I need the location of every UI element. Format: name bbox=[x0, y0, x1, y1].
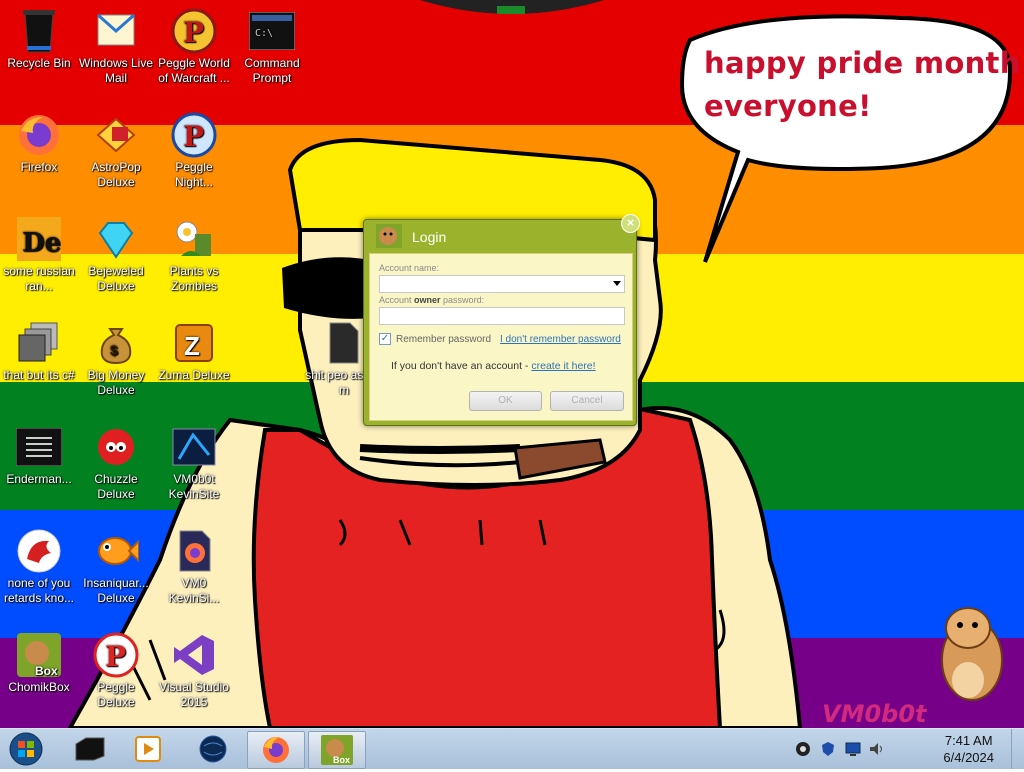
svg-text:Box: Box bbox=[333, 755, 350, 765]
astropop-icon bbox=[93, 112, 139, 158]
svg-text:De: De bbox=[22, 228, 61, 258]
desktop-icon-enderman[interactable]: Enderman... bbox=[0, 424, 78, 487]
media-player-icon bbox=[135, 736, 161, 762]
visual-studio-icon bbox=[171, 632, 217, 678]
account-name-label: Account name: bbox=[379, 263, 440, 273]
desktop-icon-windows-live-mail[interactable]: Windows Live Mail bbox=[77, 8, 155, 86]
mail-icon bbox=[93, 8, 139, 54]
create-account-link[interactable]: create it here! bbox=[531, 360, 595, 372]
svg-text:P: P bbox=[105, 640, 126, 673]
chevron-down-icon[interactable] bbox=[613, 281, 621, 286]
desktop-icon-visual-studio[interactable]: Visual Studio 2015 bbox=[155, 632, 233, 710]
taskbar: Box 7:41 AM 6/4/2024 bbox=[0, 728, 1024, 769]
svg-text:P: P bbox=[183, 16, 204, 49]
password-label: Account owner password: bbox=[379, 295, 485, 305]
globe-icon bbox=[199, 735, 227, 763]
plant-icon bbox=[171, 216, 217, 262]
taskbar-firefox[interactable] bbox=[247, 731, 305, 769]
clock-time: 7:41 AM bbox=[944, 733, 993, 748]
speech-bubble-text: happy pride month everyone! bbox=[704, 42, 1021, 128]
firefox-icon bbox=[263, 737, 289, 763]
peggle-icon: P bbox=[93, 632, 139, 678]
desktop-icon-peggle-wow[interactable]: P Peggle World of Warcraft ... bbox=[155, 8, 233, 86]
tray-monitor-icon[interactable] bbox=[845, 741, 861, 757]
zuma-icon: Z bbox=[171, 320, 217, 366]
hamster-mascot bbox=[941, 607, 1003, 701]
chomikbox-icon: Box bbox=[16, 632, 62, 678]
desktop-icon-csharp[interactable]: that but its c# bbox=[0, 320, 78, 383]
firefox-file-icon bbox=[171, 528, 217, 574]
desktop-icon-peggle-nights[interactable]: P Peggle Night... bbox=[155, 112, 233, 190]
recycle-bin-icon bbox=[16, 8, 62, 54]
tray-shield-icon[interactable] bbox=[820, 741, 836, 757]
cancel-button[interactable]: Cancel bbox=[550, 391, 624, 411]
taskbar-globe[interactable] bbox=[185, 731, 241, 767]
svg-text:C:\: C:\ bbox=[255, 28, 273, 39]
chuzzle-icon bbox=[93, 424, 139, 470]
remember-label: Remember password bbox=[396, 334, 492, 345]
tray-volume-icon[interactable] bbox=[868, 741, 884, 757]
peggle-wow-icon: P bbox=[171, 8, 217, 54]
svg-text:Z: Z bbox=[184, 331, 200, 361]
command-prompt-icon: C:\ bbox=[249, 8, 295, 54]
tray-power-icon[interactable] bbox=[795, 741, 811, 757]
goldfish-icon bbox=[93, 528, 139, 574]
stacked-windows-icon bbox=[16, 320, 62, 366]
ok-button[interactable]: OK bbox=[469, 391, 542, 411]
password-field[interactable] bbox=[379, 307, 625, 325]
account-name-field[interactable] bbox=[379, 275, 625, 293]
diamond-icon bbox=[93, 216, 139, 262]
start-button[interactable] bbox=[6, 731, 46, 767]
login-dialog: Login × Account name: Account owner pass… bbox=[363, 214, 640, 426]
chomikbox-icon: Box bbox=[321, 735, 353, 765]
taskbar-media-player[interactable] bbox=[120, 731, 176, 767]
kevinsite-icon bbox=[171, 424, 217, 470]
console-window-icon bbox=[16, 424, 62, 470]
login-body: Account name: Account owner password: ✓ … bbox=[369, 253, 633, 421]
desktop-icon-recycle-bin[interactable]: Recycle Bin bbox=[0, 8, 78, 71]
login-title: Login bbox=[412, 229, 447, 245]
show-desktop-button[interactable] bbox=[1011, 729, 1024, 769]
desktop-icon-bejeweled[interactable]: Bejeweled Deluxe bbox=[77, 216, 155, 294]
desktop-icon-russian[interactable]: De some russian ran... bbox=[0, 216, 78, 294]
taskbar-explorer[interactable] bbox=[62, 731, 118, 767]
desktop-icon-big-money[interactable]: $ Big Money Deluxe bbox=[77, 320, 155, 398]
close-icon[interactable]: × bbox=[621, 214, 640, 233]
desktop-icon-none-of-you[interactable]: none of you retards kno... bbox=[0, 528, 78, 606]
desktop-icon-vm0b0t-kevinsite[interactable]: VM0b0t KevinSite bbox=[155, 424, 233, 502]
red-dino-icon bbox=[16, 528, 62, 574]
vmobot-watermark: VM0b0t bbox=[822, 700, 927, 728]
svg-text:Box: Box bbox=[35, 664, 58, 677]
desktop-icon-command-prompt[interactable]: C:\ Command Prompt bbox=[233, 8, 311, 86]
speech-line-2: everyone! bbox=[704, 89, 872, 123]
desktop-icon-astropop[interactable]: AstroPop Deluxe bbox=[77, 112, 155, 190]
desktop-icon-chuzzle[interactable]: Chuzzle Deluxe bbox=[77, 424, 155, 502]
peggle-nights-icon: P bbox=[171, 112, 217, 158]
speech-line-1: happy pride month bbox=[704, 46, 1021, 80]
money-bag-icon: $ bbox=[93, 320, 139, 366]
desktop-icon-chomikbox[interactable]: Box ChomikBox bbox=[0, 632, 78, 695]
desktop-icon-firefox[interactable]: Firefox bbox=[0, 112, 78, 175]
black-folder-icon bbox=[75, 737, 105, 761]
desktop-icon-insaniquarium[interactable]: Insaniquar... Deluxe bbox=[77, 528, 155, 606]
de-logo-icon: De bbox=[16, 216, 62, 262]
firefox-icon bbox=[16, 112, 62, 158]
forgot-password-link[interactable]: I don't remember password bbox=[500, 334, 621, 345]
file-icon bbox=[321, 320, 367, 366]
desktop-icon-peggle-deluxe[interactable]: P Peggle Deluxe bbox=[77, 632, 155, 710]
desktop-icon-vm0-kevinsi[interactable]: VM0 KevinSi... bbox=[155, 528, 233, 606]
desktop-icon-pvz[interactable]: Plants vs Zombies bbox=[155, 216, 233, 294]
svg-text:P: P bbox=[183, 120, 204, 153]
login-titlebar[interactable]: Login × bbox=[364, 214, 640, 252]
taskbar-chomikbox[interactable]: Box bbox=[308, 731, 366, 769]
no-account-text: If you don't have an account - create it… bbox=[391, 360, 596, 372]
hamster-app-icon bbox=[376, 224, 402, 248]
windows-orb-icon bbox=[9, 732, 43, 766]
desktop-icon-zuma[interactable]: Z Zuma Deluxe bbox=[155, 320, 233, 383]
taskbar-clock[interactable]: 7:41 AM 6/4/2024 bbox=[943, 732, 994, 766]
remember-checkbox[interactable]: ✓ bbox=[379, 333, 391, 345]
svg-text:$: $ bbox=[110, 342, 118, 358]
clock-date: 6/4/2024 bbox=[943, 750, 994, 765]
